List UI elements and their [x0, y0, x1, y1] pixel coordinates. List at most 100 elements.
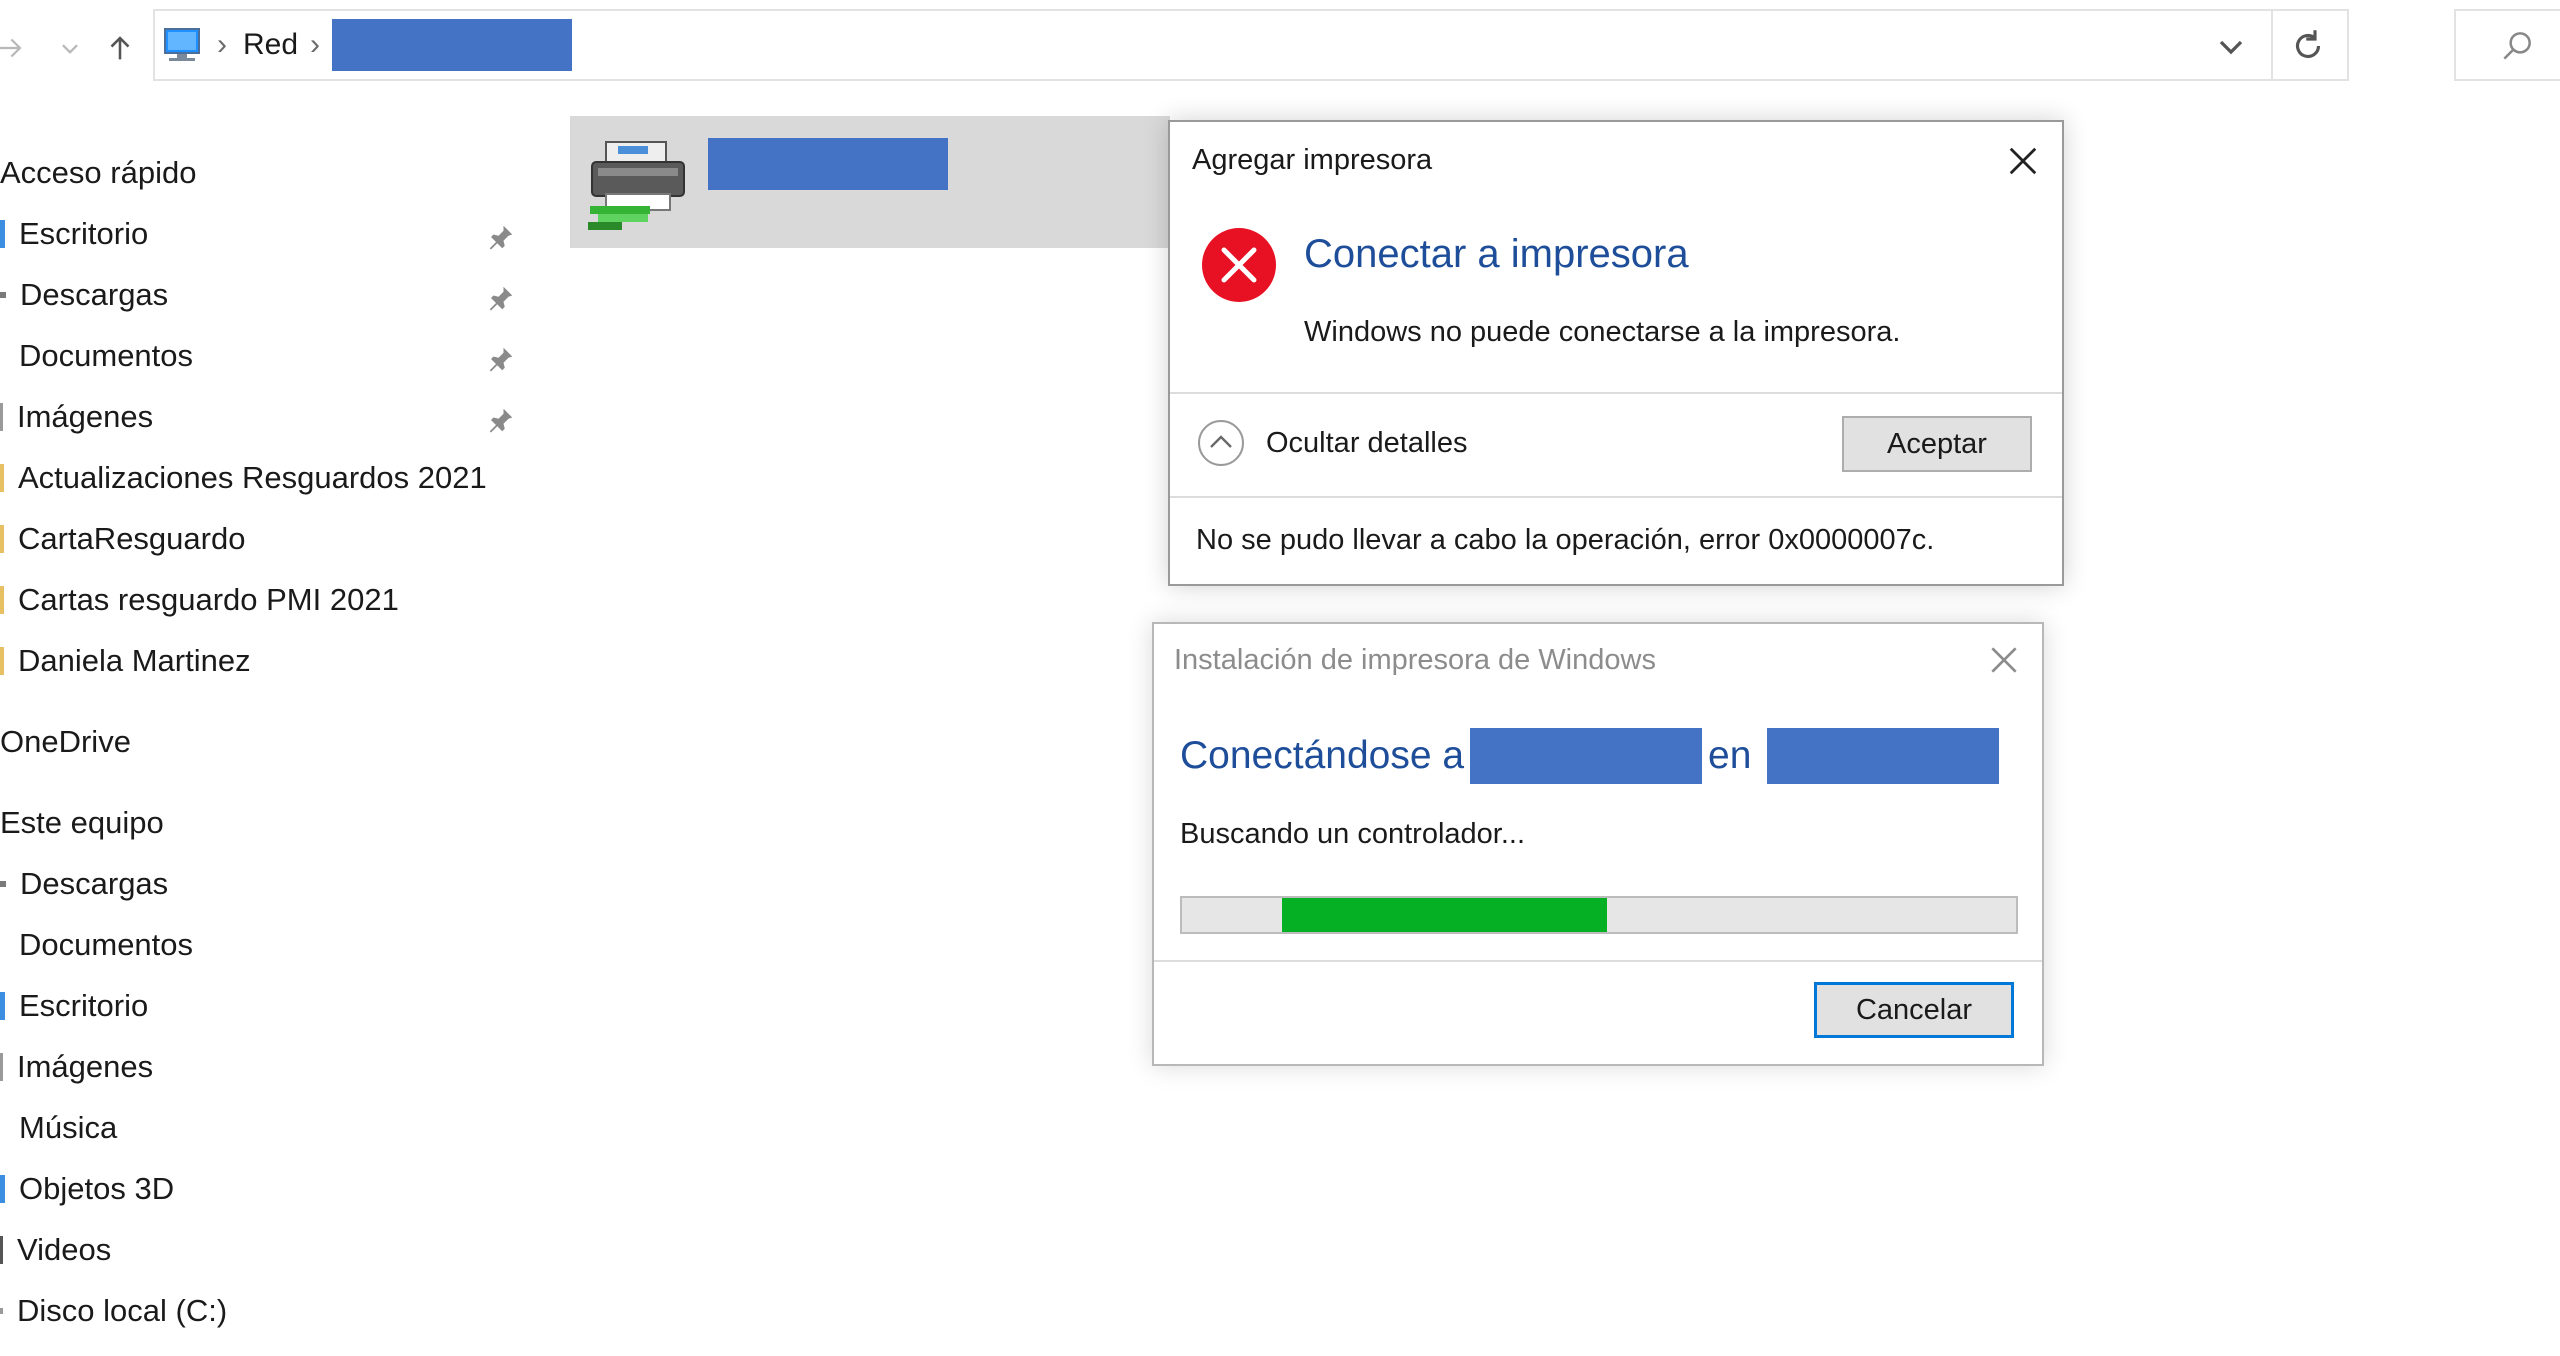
progress-bar-fill [1282, 898, 1608, 932]
connecting-prefix: Conectándose a [1180, 734, 1465, 777]
sidebar-item-documentos[interactable]: Documentos [0, 328, 193, 384]
objects-3d-icon [0, 1175, 5, 1203]
document-icon [0, 931, 5, 959]
sidebar-item-label: Documentos [19, 338, 194, 373]
printer-item[interactable] [570, 116, 1170, 248]
pictures-icon [0, 1053, 3, 1081]
dialog-message: Windows no puede conectarse a la impreso… [1304, 316, 1901, 348]
printer-name-redacted [1470, 728, 1703, 784]
sidebar-item-label: Música [19, 1110, 118, 1145]
sidebar-item-escritorio[interactable]: Escritorio [0, 206, 148, 262]
close-icon[interactable] [1984, 640, 2024, 680]
sidebar-item-label: Daniela Martinez [18, 643, 251, 678]
sidebar-item-label: Descargas [20, 866, 169, 901]
search-icon [2503, 32, 2531, 60]
sidebar-item-actualizaciones[interactable]: Actualizaciones Resguardos 2021 [0, 450, 487, 506]
sidebar-item-cartas-resguardo[interactable]: Cartas resguardo PMI 2021 [0, 572, 399, 628]
sidebar-item-pc-documentos[interactable]: Documentos [0, 917, 193, 973]
address-bar[interactable]: › Red › [153, 9, 2349, 81]
sidebar-item-label: Actualizaciones Resguardos 2021 [18, 460, 487, 495]
error-icon [1202, 228, 1276, 302]
folder-icon [0, 464, 4, 492]
add-printer-dialog: Agregar impresora Conectar a impresora W… [1168, 120, 2064, 586]
computer-icon [164, 28, 200, 61]
sidebar-item-pc-descargas[interactable]: Descargas [0, 856, 168, 912]
sidebar-item-label: Objetos 3D [19, 1171, 175, 1206]
hide-details-label: Ocultar detalles [1266, 426, 1468, 459]
sidebar-item-label: Imágenes [17, 1049, 154, 1084]
pin-icon[interactable] [486, 222, 516, 252]
sidebar-item-label: Imágenes [17, 399, 154, 434]
pin-icon[interactable] [486, 344, 516, 374]
pin-icon[interactable] [486, 283, 516, 313]
sidebar-item-label: Escritorio [19, 216, 149, 251]
sidebar-item-label: CartaResguardo [18, 521, 246, 556]
search-input[interactable] [2454, 9, 2560, 81]
sidebar-item-label: Cartas resguardo PMI 2021 [18, 582, 399, 617]
printer-install-dialog: Instalación de impresora de Windows Cone… [1152, 622, 2044, 1066]
sidebar-item-onedrive[interactable]: OneDrive [0, 714, 131, 770]
server-name-redacted [1767, 728, 2000, 784]
sidebar-item-pc-disco-local[interactable]: Disco local (C:) [0, 1283, 227, 1339]
folder-icon [0, 525, 4, 553]
refresh-icon[interactable] [2287, 25, 2329, 67]
music-icon [0, 1114, 5, 1142]
sidebar-item-pc-imagenes[interactable]: Imágenes [0, 1039, 153, 1095]
sidebar-item-pc-musica[interactable]: Música [0, 1100, 117, 1156]
chevron-down-icon[interactable] [2211, 27, 2251, 67]
breadcrumb-separator: › [310, 28, 321, 61]
sidebar-item-cartaresguardo[interactable]: CartaResguardo [0, 511, 245, 567]
close-icon[interactable] [2002, 140, 2044, 182]
navigation-pane: Acceso rápido Escritorio Descargas Docum… [0, 140, 560, 1356]
up-arrow-icon[interactable] [90, 18, 150, 78]
folder-icon [0, 992, 5, 1020]
connecting-middle: en [1708, 734, 1752, 777]
sidebar-item-label: Descargas [20, 277, 169, 312]
network-printer-icon [588, 141, 685, 230]
sidebar-item-label: Disco local (C:) [17, 1293, 228, 1328]
divider [1170, 392, 2062, 394]
accept-button[interactable]: Aceptar [1842, 416, 2032, 472]
dialog-heading: Conectar a impresora [1304, 232, 1689, 276]
pictures-icon [0, 403, 3, 431]
printer-name-redacted[interactable] [708, 138, 948, 190]
sidebar-item-label: Escritorio [19, 988, 149, 1023]
folder-icon [0, 647, 4, 675]
onedrive-label: OneDrive [0, 724, 131, 759]
sidebar-item-daniela-martinez[interactable]: Daniela Martinez [0, 633, 251, 689]
connecting-heading: Conectándose a en [1180, 728, 2000, 784]
document-icon [0, 342, 5, 370]
breadcrumb-redacted-server[interactable] [332, 19, 573, 71]
sidebar-item-pc-objetos-3d[interactable]: Objetos 3D [0, 1161, 174, 1217]
folder-icon [0, 586, 4, 614]
status-text: Buscando un controlador... [1180, 818, 1526, 850]
explorer-toolbar: › Red › [0, 0, 2560, 100]
progress-bar [1180, 896, 2018, 934]
dialog-title: Agregar impresora [1192, 144, 1433, 176]
sidebar-item-imagenes[interactable]: Imágenes [0, 389, 153, 445]
this-pc-label: Este equipo [0, 805, 164, 840]
download-icon [0, 292, 6, 298]
sidebar-item-pc-videos[interactable]: Videos [0, 1222, 111, 1278]
dialog-title: Instalación de impresora de Windows [1174, 644, 1656, 676]
this-pc-header[interactable]: Este equipo [0, 795, 164, 851]
hide-details-toggle[interactable]: Ocultar detalles [1196, 418, 1468, 468]
error-detail-text: No se pudo llevar a cabo la operación, e… [1196, 524, 1935, 556]
sidebar-item-pc-escritorio[interactable]: Escritorio [0, 978, 148, 1034]
videos-icon [0, 1236, 3, 1264]
forward-arrow-icon[interactable] [0, 18, 40, 78]
chevron-up-icon [1198, 420, 1244, 466]
sidebar-item-descargas[interactable]: Descargas [0, 267, 168, 323]
download-icon [0, 881, 6, 887]
pin-icon[interactable] [486, 405, 516, 435]
quick-access-header[interactable]: Acceso rápido [0, 145, 196, 201]
sidebar-item-label: Videos [17, 1232, 112, 1267]
divider [1170, 496, 2062, 498]
drive-icon [0, 1308, 3, 1314]
cancel-button[interactable]: Cancelar [1814, 982, 2014, 1038]
address-divider [2271, 11, 2273, 79]
divider [1154, 960, 2042, 962]
quick-access-label: Acceso rápido [0, 155, 197, 190]
breadcrumb-red[interactable]: Red [243, 28, 298, 62]
breadcrumb-separator: › [217, 28, 227, 61]
